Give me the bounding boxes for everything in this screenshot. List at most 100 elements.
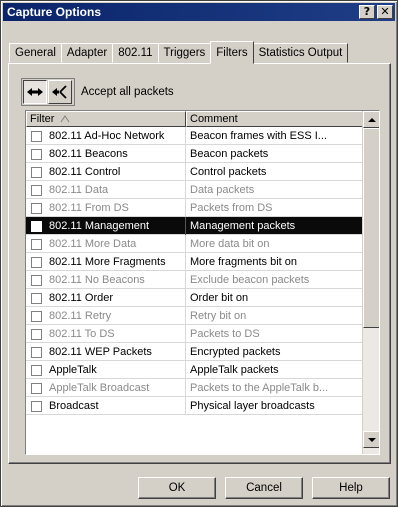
filter-cell: 802.11 More Data xyxy=(26,235,186,253)
filter-checkbox[interactable] xyxy=(31,400,42,412)
filter-checkbox[interactable] xyxy=(31,148,42,160)
filter-cell: 802.11 WEP Packets xyxy=(26,343,186,361)
filter-comment: Beacon frames with ESS I... xyxy=(190,130,327,142)
filter-select-icon[interactable] xyxy=(48,80,72,104)
tab-general[interactable]: General xyxy=(9,43,62,63)
filter-checkbox[interactable] xyxy=(31,220,42,232)
filter-name: 802.11 Data xyxy=(49,184,109,196)
scroll-down-arrow-icon xyxy=(367,437,376,442)
list-row[interactable]: 802.11 Ad-Hoc Network Beacon frames with … xyxy=(26,127,363,145)
filter-name: AppleTalk Broadcast xyxy=(49,382,150,394)
list-body: 802.11 Ad-Hoc Network Beacon frames with … xyxy=(26,127,363,415)
list-row[interactable]: 802.11 More Fragments More fragments bit … xyxy=(26,253,363,271)
filter-checkbox[interactable] xyxy=(31,238,42,250)
filter-toolbar: Accept all packets xyxy=(21,78,174,106)
capture-options-dialog: Capture Options ? ✕ General Adapter 802.… xyxy=(0,0,398,507)
filter-comment: Retry bit on xyxy=(190,310,247,322)
window-title: Capture Options xyxy=(7,5,102,19)
close-button[interactable]: ✕ xyxy=(377,5,393,19)
filter-comment: Order bit on xyxy=(190,292,249,304)
filter-name: 802.11 More Data xyxy=(49,238,137,250)
list-row[interactable]: 802.11 Management Management packets xyxy=(26,217,363,235)
column-header-comment[interactable]: Comment xyxy=(186,111,363,127)
column-header-filter[interactable]: Filter xyxy=(26,111,186,127)
filter-name: 802.11 To DS xyxy=(49,328,115,340)
help-button[interactable]: Help xyxy=(312,477,390,499)
filter-checkbox[interactable] xyxy=(31,328,42,340)
filter-cell: 802.11 Data xyxy=(26,181,186,199)
filter-checkbox[interactable] xyxy=(31,184,42,196)
filter-comment: Packets from DS xyxy=(190,202,273,214)
filter-checkbox[interactable] xyxy=(31,292,42,304)
filter-comment: Beacon packets xyxy=(190,148,269,160)
filter-name: 802.11 Management xyxy=(49,220,150,232)
list-row[interactable]: Broadcast Physical layer broadcasts xyxy=(26,397,363,415)
scroll-up-button[interactable] xyxy=(363,111,379,128)
filter-comment: Physical layer broadcasts xyxy=(190,400,315,412)
list-row[interactable]: AppleTalk AppleTalk packets xyxy=(26,361,363,379)
vertical-scrollbar[interactable] xyxy=(362,111,379,454)
filter-comment: AppleTalk packets xyxy=(190,364,279,376)
list-row[interactable]: 802.11 Order Order bit on xyxy=(26,289,363,307)
filter-comment: Encrypted packets xyxy=(190,346,281,358)
list-row[interactable]: 802.11 From DS Packets from DS xyxy=(26,199,363,217)
filter-name: Broadcast xyxy=(49,400,99,412)
scroll-down-button[interactable] xyxy=(363,431,379,448)
filter-list[interactable]: Filter Comment 802.11 Ad-Hoc Network Beac… xyxy=(25,110,380,455)
list-row[interactable]: 802.11 Data Data packets xyxy=(26,181,363,199)
filter-checkbox[interactable] xyxy=(31,346,42,358)
filter-name: 802.11 Beacons xyxy=(49,148,128,160)
filter-cell: 802.11 Control xyxy=(26,163,186,181)
filter-cell: AppleTalk Broadcast xyxy=(26,379,186,397)
filter-name: 802.11 Control xyxy=(49,166,121,178)
accept-all-icon[interactable] xyxy=(23,80,47,104)
filter-arrows-icon xyxy=(52,85,67,99)
filter-checkbox[interactable] xyxy=(31,202,42,214)
list-row[interactable]: 802.11 Control Control packets xyxy=(26,163,363,181)
list-row[interactable]: AppleTalk Broadcast Packets to the AppleT… xyxy=(26,379,363,397)
list-row[interactable]: 802.11 Beacons Beacon packets xyxy=(26,145,363,163)
scroll-up-arrow-icon xyxy=(367,117,376,122)
filter-checkbox[interactable] xyxy=(31,130,42,142)
tab-strip: General Adapter 802.11 Triggers Filters … xyxy=(9,41,349,64)
tab-triggers[interactable]: Triggers xyxy=(157,43,212,63)
cancel-button[interactable]: Cancel xyxy=(225,477,303,499)
filter-name: 802.11 From DS xyxy=(49,202,129,214)
filter-comment: Data packets xyxy=(190,184,255,196)
list-row[interactable]: 802.11 Retry Retry bit on xyxy=(26,307,363,325)
list-row[interactable]: 802.11 More Data More data bit on xyxy=(26,235,363,253)
filter-checkbox[interactable] xyxy=(31,310,42,322)
filter-checkbox[interactable] xyxy=(31,166,42,178)
filter-cell: 802.11 Ad-Hoc Network xyxy=(26,127,186,145)
filter-comment: Packets to DS xyxy=(190,328,260,340)
filter-cell: 802.11 To DS xyxy=(26,325,186,343)
filter-cell: 802.11 Order xyxy=(26,289,186,307)
filter-checkbox[interactable] xyxy=(31,382,42,394)
filter-name: 802.11 No Beacons xyxy=(49,274,145,286)
list-row[interactable]: 802.11 No Beacons Exclude beacon packets xyxy=(26,271,363,289)
tab-adapter[interactable]: Adapter xyxy=(60,43,114,63)
filter-comment: Management packets xyxy=(190,220,296,232)
tab-statistics-output[interactable]: Statistics Output xyxy=(252,43,349,63)
tab-802-11[interactable]: 802.11 xyxy=(112,43,159,63)
help-title-button[interactable]: ? xyxy=(359,5,375,19)
scroll-thumb[interactable] xyxy=(363,128,379,328)
title-bar[interactable]: Capture Options ? ✕ xyxy=(3,3,395,21)
filter-name: 802.11 Retry xyxy=(49,310,112,322)
filter-cell: 802.11 Management xyxy=(26,217,186,235)
list-row[interactable]: 802.11 WEP Packets Encrypted packets xyxy=(26,343,363,361)
ok-button[interactable]: OK xyxy=(138,477,216,499)
filter-comment: Packets to the AppleTalk b... xyxy=(190,382,329,394)
filter-checkbox[interactable] xyxy=(31,256,42,268)
filter-cell: 802.11 Beacons xyxy=(26,145,186,163)
tab-filters[interactable]: Filters xyxy=(210,41,254,64)
column-filter-label: Filter xyxy=(30,113,55,125)
filter-cell: 802.11 More Fragments xyxy=(26,253,186,271)
filter-comment: Exclude beacon packets xyxy=(190,274,310,286)
filter-checkbox[interactable] xyxy=(31,364,42,376)
filter-checkbox[interactable] xyxy=(31,274,42,286)
filter-comment: More fragments bit on xyxy=(190,256,297,268)
list-header: Filter Comment xyxy=(26,111,363,127)
filter-cell: 802.11 From DS xyxy=(26,199,186,217)
list-row[interactable]: 802.11 To DS Packets to DS xyxy=(26,325,363,343)
